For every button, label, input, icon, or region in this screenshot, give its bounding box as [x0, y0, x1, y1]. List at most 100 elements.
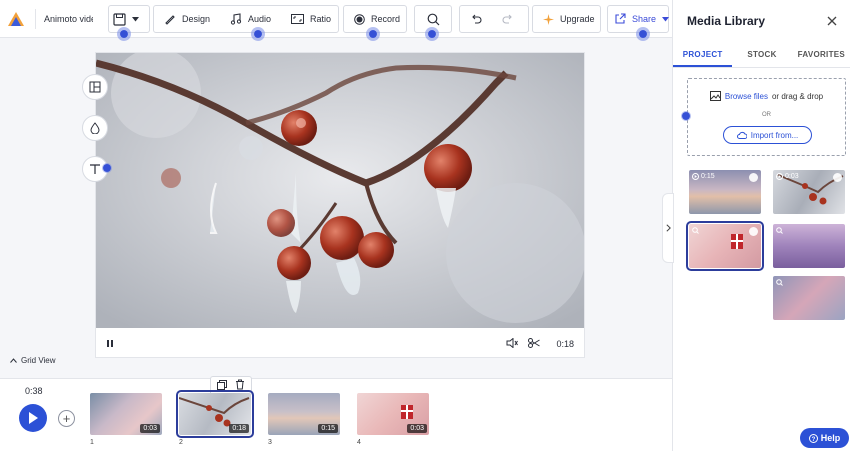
timeline-clip-selected[interactable]: 0:18: [176, 390, 254, 438]
help-icon: ?: [808, 433, 818, 443]
layout-icon: [89, 81, 101, 93]
upgrade-group: Upgrade: [532, 5, 601, 33]
audio-button[interactable]: Audio: [220, 6, 281, 32]
cloud-upload-icon: [736, 131, 747, 139]
clip-number: 3: [268, 439, 272, 446]
or-divider: OR: [762, 112, 771, 118]
play-button[interactable]: [19, 404, 47, 432]
editor-canvas: 0:18: [0, 38, 672, 378]
dropzone-text: Browse files or drag & drop: [688, 91, 845, 101]
chevron-up-icon: [10, 358, 17, 363]
redo-icon: [502, 14, 512, 24]
redo-button[interactable]: [492, 6, 524, 32]
volume-button[interactable]: [506, 337, 519, 350]
record-label: Record: [371, 14, 401, 24]
drag-drop-text: or drag & drop: [771, 91, 824, 101]
clip-number: 4: [357, 439, 361, 446]
trash-icon: [236, 379, 244, 390]
add-block-button[interactable]: +: [58, 410, 75, 427]
brush-icon: [165, 15, 175, 25]
marker-dot: [636, 27, 650, 41]
history-group: [459, 5, 529, 33]
total-duration: 0:38: [25, 386, 43, 396]
upload-dropzone[interactable]: Browse files or drag & drop OR Import fr…: [687, 78, 846, 156]
text-icon: [90, 164, 100, 174]
marker-dot: [251, 27, 265, 41]
design-label: Design: [182, 14, 211, 24]
layout-tool-button[interactable]: [82, 74, 108, 100]
media-thumbnail[interactable]: 0:03: [773, 170, 845, 214]
marker-dot: [681, 111, 691, 121]
timeline: 0:38 + 0:03 1 0:18 2 0:15 3 0:03 4: [0, 376, 672, 451]
caret-down-icon: [132, 16, 139, 21]
color-tool-button[interactable]: [82, 115, 108, 141]
import-label: Import from...: [750, 130, 799, 140]
zoom-label: [776, 279, 783, 286]
tab-favorites[interactable]: FAVORITES: [792, 46, 850, 67]
design-button[interactable]: Design: [154, 6, 220, 32]
play-circle-icon: [692, 173, 699, 180]
ratio-button[interactable]: Ratio: [281, 6, 341, 32]
duplicate-icon: [217, 380, 227, 390]
clip-duration: 0:03: [407, 424, 427, 433]
marker-dot: [366, 27, 380, 41]
media-library-panel: Media Library PROJECT STOCK FAVORITES Br…: [672, 0, 850, 451]
check-icon: [749, 173, 758, 182]
play-circle-icon: [776, 173, 783, 180]
save-icon: [113, 12, 126, 26]
browse-files-link[interactable]: Browse files: [725, 92, 768, 101]
upgrade-label: Upgrade: [560, 14, 595, 24]
close-icon: [827, 16, 837, 26]
undo-button[interactable]: [460, 6, 492, 32]
zoom-icon: [692, 227, 699, 234]
timeline-clip[interactable]: 0:15: [268, 393, 340, 435]
media-thumbnail[interactable]: 0:15: [689, 170, 761, 214]
close-panel-button[interactable]: [827, 14, 837, 29]
grid-view-label: Grid View: [21, 356, 56, 365]
undo-icon: [472, 14, 482, 24]
media-thumbnail[interactable]: [773, 224, 845, 268]
aspect-ratio-icon: [291, 14, 305, 24]
top-toolbar: Animoto video Design Audio Ratio Record: [0, 0, 672, 38]
share-label: Share: [632, 14, 657, 24]
upgrade-button[interactable]: Upgrade: [533, 6, 605, 32]
grid-view-toggle[interactable]: Grid View: [10, 356, 56, 365]
music-note-icon: [230, 13, 242, 25]
current-time: 0:18: [556, 339, 574, 349]
help-label: Help: [820, 433, 841, 443]
pause-icon: [107, 339, 113, 347]
volume-icon: [506, 337, 519, 349]
project-title-input[interactable]: Animoto video: [35, 9, 93, 29]
video-preview[interactable]: [96, 53, 584, 328]
chevron-right-icon: [665, 224, 671, 232]
import-from-button[interactable]: Import from...: [723, 126, 812, 144]
tab-stock[interactable]: STOCK: [732, 46, 791, 67]
player-controls: 0:18: [96, 329, 584, 359]
frozen-berries-image: [96, 53, 584, 328]
edit-group: Design Audio Ratio: [153, 5, 339, 33]
timeline-clip[interactable]: 0:03: [90, 393, 162, 435]
image-icon: [709, 91, 721, 101]
clip-duration: 0:18: [229, 424, 249, 433]
pause-button[interactable]: [106, 339, 114, 350]
zoom-icon: [776, 227, 783, 234]
trim-button[interactable]: [528, 338, 541, 350]
caret-down-icon: [662, 16, 670, 21]
check-icon: [749, 227, 758, 236]
scissors-icon: [528, 338, 541, 348]
zoom-label: [776, 227, 783, 234]
timeline-clip[interactable]: 0:03: [357, 393, 429, 435]
thumbnail-label: 0:15: [692, 173, 715, 180]
media-thumbnail[interactable]: [773, 276, 845, 320]
zoom-icon: [776, 279, 783, 286]
check-icon: [833, 173, 842, 182]
media-thumbnail-selected[interactable]: [686, 221, 764, 271]
clip-number: 2: [179, 439, 183, 446]
svg-text:?: ?: [811, 436, 815, 442]
tab-project[interactable]: PROJECT: [673, 46, 733, 67]
thumbnail-label: 0:03: [776, 173, 799, 180]
marker-dot: [117, 27, 131, 41]
droplet-icon: [90, 122, 100, 134]
help-button[interactable]: ? Help: [800, 428, 849, 448]
collapse-panel-button[interactable]: [662, 193, 674, 263]
